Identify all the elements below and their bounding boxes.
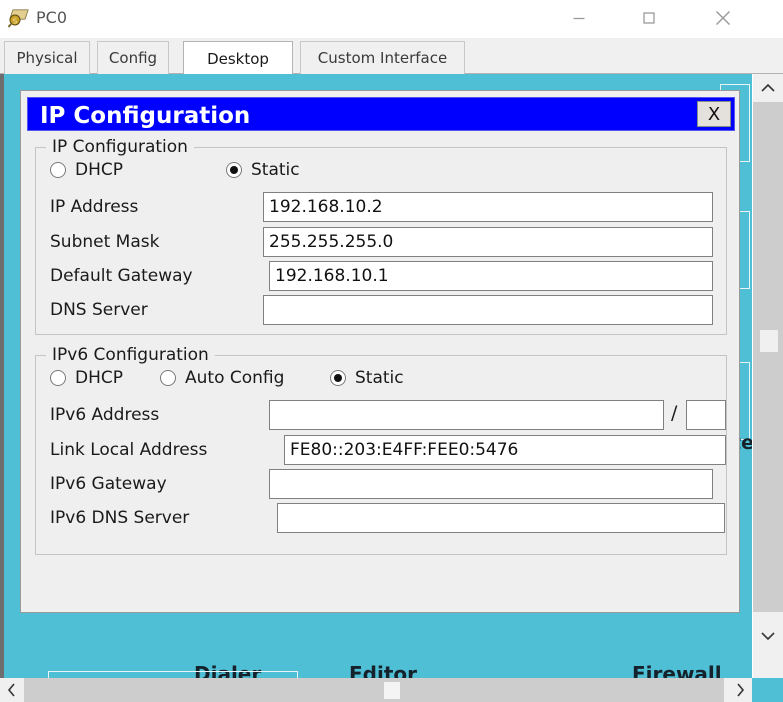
packet-tracer-pc-icon: S	[7, 8, 30, 28]
tab-desktop[interactable]: Desktop	[183, 41, 293, 75]
window-titlebar: S PC0	[0, 0, 783, 38]
subnet-mask-input[interactable]: 255.255.255.0	[263, 227, 713, 257]
ip-address-label: IP Address	[50, 197, 139, 217]
desktop-tile-pie[interactable]	[48, 671, 298, 678]
link-local-address-label: Link Local Address	[50, 440, 208, 460]
tab-physical[interactable]: Physical	[4, 41, 90, 74]
ip-address-input[interactable]: 192.168.10.2	[263, 192, 713, 222]
tab-config[interactable]: Config	[97, 41, 169, 74]
scroll-right-button[interactable]	[728, 678, 752, 702]
ipv6-prefix-separator: /	[671, 402, 678, 424]
dns-server-input[interactable]	[263, 295, 713, 325]
minimize-button[interactable]	[556, 0, 602, 36]
ipv4-dhcp-radio[interactable]	[50, 162, 66, 178]
ipv6-gateway-input[interactable]	[269, 469, 713, 499]
tab-custom-interface[interactable]: Custom Interface	[300, 41, 465, 74]
horizontal-scroll-track[interactable]	[24, 678, 724, 702]
tab-physical-label: Physical	[16, 49, 78, 67]
scroll-up-button[interactable]	[753, 74, 783, 102]
ipv4-static-radio[interactable]	[226, 162, 242, 178]
ipv4-mode-static[interactable]: Static	[226, 160, 300, 180]
window-title: PC0	[36, 8, 67, 27]
close-button[interactable]	[700, 0, 746, 36]
dialog-titlebar: IP Configuration X	[27, 97, 735, 131]
ipv4-configuration-group: IP Configuration DHCP Static IP Address …	[35, 137, 727, 335]
ipv6-configuration-group: IPv6 Configuration DHCP Auto Config Stat…	[35, 345, 727, 555]
horizontal-scrollbar[interactable]	[0, 678, 752, 702]
ipv6-auto-config-label: Auto Config	[185, 368, 285, 388]
dns-server-label: DNS Server	[50, 300, 148, 320]
desktop-panel: Dialer Editor Firewall te IP Configurati…	[4, 74, 752, 678]
ipv6-mode-static[interactable]: Static	[330, 368, 404, 388]
ipv4-mode-dhcp[interactable]: DHCP	[50, 160, 123, 180]
ipv6-mode-dhcp[interactable]: DHCP	[50, 368, 123, 388]
dialog-title: IP Configuration	[40, 103, 251, 129]
desktop-label-editor[interactable]: Editor	[349, 662, 417, 678]
ipv6-static-label: Static	[355, 368, 404, 388]
ipv6-address-input[interactable]	[269, 400, 664, 430]
ipv6-auto-config-radio[interactable]	[160, 370, 176, 386]
ipv4-static-label: Static	[251, 160, 300, 180]
tab-strip: Physical Config Desktop Custom Interface	[0, 38, 783, 75]
ipv6-dns-server-label: IPv6 DNS Server	[50, 508, 190, 528]
ipv6-address-label: IPv6 Address	[50, 405, 160, 425]
horizontal-scroll-thumb[interactable]	[384, 682, 400, 699]
ipv4-dhcp-label: DHCP	[75, 160, 123, 180]
ipv6-prefix-length-input[interactable]	[686, 400, 726, 430]
tab-custom-interface-label: Custom Interface	[317, 49, 448, 67]
ipv6-gateway-label: IPv6 Gateway	[50, 474, 167, 494]
ipv6-dhcp-radio[interactable]	[50, 370, 66, 386]
scrollbar-corner	[752, 678, 783, 702]
vertical-scroll-thumb[interactable]	[760, 330, 778, 352]
subnet-mask-label: Subnet Mask	[50, 232, 160, 252]
ipv6-dhcp-label: DHCP	[75, 368, 123, 388]
ipv6-dns-server-input[interactable]	[277, 503, 725, 533]
scroll-down-button[interactable]	[753, 622, 783, 650]
desktop-label-firewall[interactable]: Firewall	[632, 662, 722, 678]
default-gateway-label: Default Gateway	[50, 266, 193, 286]
maximize-button[interactable]	[626, 0, 672, 36]
desktop-content-area: Dialer Editor Firewall te IP Configurati…	[0, 74, 783, 702]
pc-device-window: S PC0 Physical Config Desktop Custom Int…	[0, 0, 783, 702]
vertical-scroll-track[interactable]	[753, 102, 783, 612]
svg-text:S: S	[13, 18, 18, 26]
ipv6-group-legend: IPv6 Configuration	[46, 345, 215, 365]
ipv4-group-legend: IP Configuration	[46, 137, 194, 157]
tab-desktop-label: Desktop	[207, 49, 269, 68]
vertical-scrollbar[interactable]	[752, 74, 783, 678]
default-gateway-input[interactable]: 192.168.10.1	[269, 261, 713, 291]
dialog-close-button[interactable]: X	[697, 101, 731, 127]
ipv6-static-radio[interactable]	[330, 370, 346, 386]
ipv6-mode-auto-config[interactable]: Auto Config	[160, 368, 284, 388]
ip-configuration-dialog: IP Configuration X IP Configuration DHCP…	[20, 90, 740, 613]
scroll-left-button[interactable]	[0, 678, 24, 702]
link-local-address-input[interactable]: FE80::203:E4FF:FEE0:5476	[284, 435, 726, 465]
tab-config-label: Config	[108, 49, 158, 67]
